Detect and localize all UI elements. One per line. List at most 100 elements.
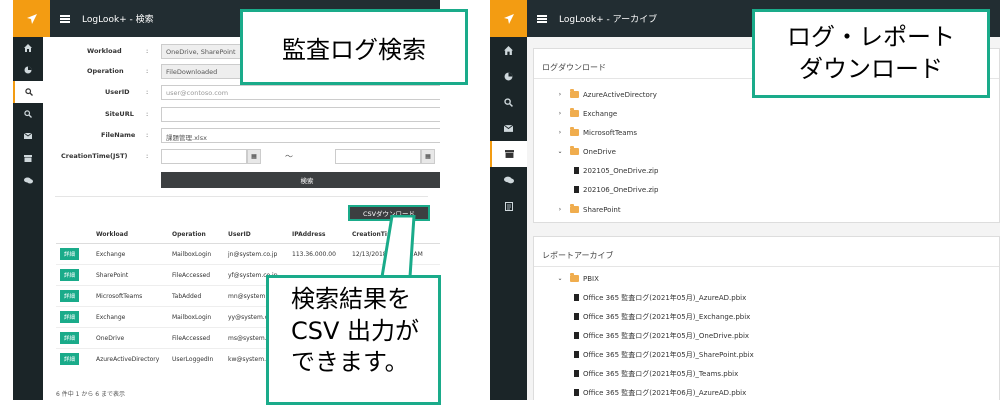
- tree-item-label: Exchange: [583, 109, 618, 118]
- home-icon[interactable]: [490, 37, 527, 63]
- creationtime-label: CreationTime(JST): [61, 152, 128, 160]
- pie-chart-icon[interactable]: [13, 59, 43, 81]
- callout-line: ログ・レポート: [787, 23, 955, 52]
- tree-folder-item[interactable]: ⌄ OneDrive: [556, 142, 999, 161]
- tree-item-label: Office 365 監査ログ(2021年05月)_Teams.pbix: [583, 369, 739, 378]
- creationtime-from-input[interactable]: [161, 148, 247, 164]
- column-header[interactable]: Operation: [168, 226, 224, 244]
- logo[interactable]: [490, 0, 527, 37]
- envelope-icon[interactable]: [490, 115, 527, 141]
- search-callout: 監査ログ検索: [240, 9, 468, 85]
- tree-file-item[interactable]: Office 365 監査ログ(2021年05月)_Teams.pbix: [574, 364, 999, 383]
- search-icon[interactable]: [490, 89, 527, 115]
- tree-file-item[interactable]: 202106_OneDrive.zip: [574, 180, 999, 199]
- detail-button[interactable]: 詳細: [60, 332, 80, 344]
- column-header[interactable]: [56, 226, 92, 244]
- file-icon: [574, 313, 579, 320]
- chevron-right-icon: ›: [558, 206, 562, 213]
- tree-file-item[interactable]: Office 365 監査ログ(2021年05月)_OneDrive.pbix: [574, 326, 999, 345]
- chat-icon[interactable]: [13, 169, 43, 191]
- tree-item-label: Office 365 監査ログ(2021年05月)_AzureAD.pbix: [583, 293, 747, 302]
- label-colon: :: [146, 88, 149, 96]
- detail-cell: 詳細: [56, 264, 92, 286]
- tree-file-item[interactable]: Office 365 監査ログ(2021年05月)_AzureAD.pbix: [574, 288, 999, 307]
- detail-cell: 詳細: [56, 306, 92, 328]
- report-icon[interactable]: [490, 193, 527, 219]
- file-icon: [574, 332, 579, 339]
- archive-icon[interactable]: [13, 147, 43, 169]
- menu-icon[interactable]: [60, 14, 72, 24]
- calendar-icon[interactable]: ▦: [421, 148, 435, 164]
- siteurl-row: SiteURL :: [43, 105, 440, 123]
- csv-note-callout: 検索結果を CSV 出力が できます。: [266, 275, 441, 405]
- paper-plane-icon: [503, 13, 514, 24]
- userid-input[interactable]: user@contoso.com: [161, 84, 440, 100]
- menu-icon[interactable]: [537, 14, 549, 24]
- chat-icon[interactable]: [490, 167, 527, 193]
- detail-button[interactable]: 詳細: [60, 248, 80, 260]
- file-icon: [574, 389, 579, 396]
- logo[interactable]: [13, 0, 50, 37]
- tree-folder-item[interactable]: ⌄ PBIX: [556, 269, 999, 288]
- column-header[interactable]: Workload: [92, 226, 168, 244]
- tree-file-item[interactable]: Office 365 監査ログ(2021年06月)_AzureAD.pbix: [574, 383, 999, 400]
- filename-row: FileName : 課題管理.xlsx: [43, 126, 440, 144]
- userid-row: UserID : user@contoso.com: [43, 83, 440, 101]
- download-callout: ログ・レポート ダウンロード: [752, 9, 990, 98]
- tree-item-label: Office 365 監査ログ(2021年05月)_SharePoint.pbi…: [583, 350, 754, 359]
- tree-folder-item[interactable]: › SharePoint: [556, 200, 999, 219]
- pie-chart-icon[interactable]: [490, 63, 527, 89]
- detail-button[interactable]: 詳細: [60, 290, 80, 302]
- tree-item-label: 202106_OneDrive.zip: [583, 185, 659, 194]
- tree-folder-item[interactable]: › MicrosoftTeams: [556, 123, 999, 142]
- side-navigation: [13, 37, 43, 400]
- chevron-right-icon: ›: [558, 129, 562, 136]
- workload-cell: MicrosoftTeams: [92, 285, 168, 307]
- detail-button[interactable]: 詳細: [60, 353, 80, 366]
- file-icon: [574, 167, 579, 174]
- workload-cell: OneDrive: [92, 327, 168, 349]
- chevron-down-icon: ⌄: [557, 275, 563, 282]
- tree-file-item[interactable]: Office 365 監査ログ(2021年05月)_Exchange.pbix: [574, 307, 999, 326]
- tree-folder-item[interactable]: › Exchange: [556, 104, 999, 123]
- detail-button[interactable]: 詳細: [60, 311, 80, 323]
- search-icon[interactable]: [13, 103, 43, 125]
- archive-icon[interactable]: [490, 141, 527, 167]
- label-colon: :: [146, 110, 149, 118]
- detail-cell: 詳細: [56, 243, 92, 265]
- detail-button[interactable]: 詳細: [60, 269, 80, 281]
- envelope-icon[interactable]: [13, 125, 43, 147]
- label-colon: :: [146, 47, 149, 55]
- operation-cell: MailboxLogin: [168, 306, 224, 328]
- tree-item-label: 202105_OneDrive.zip: [583, 166, 659, 175]
- operation-cell: FileAccessed: [168, 264, 224, 286]
- tree-item-label: SharePoint: [583, 205, 621, 214]
- file-icon: [574, 351, 579, 358]
- search-icon[interactable]: [13, 81, 43, 103]
- userid-label: UserID: [105, 88, 130, 96]
- side-navigation: [490, 37, 527, 400]
- tree-item-label: Office 365 監査ログ(2021年05月)_OneDrive.pbix: [583, 331, 750, 340]
- app-title: LogLook+ - アーカイブ: [559, 15, 658, 25]
- tree-item-label: Office 365 監査ログ(2021年05月)_Exchange.pbix: [583, 312, 751, 321]
- workload-cell: AzureActiveDirectory: [92, 348, 168, 370]
- operation-cell: UserLoggedIn: [168, 348, 224, 370]
- app-title: LogLook+ - 検索: [82, 15, 154, 25]
- tree-file-item[interactable]: 202105_OneDrive.zip: [574, 161, 999, 180]
- folder-icon: [570, 89, 579, 98]
- chevron-right-icon: ›: [558, 110, 562, 117]
- workload-label: Workload: [87, 47, 122, 55]
- paper-plane-icon: [26, 13, 37, 24]
- divider: [55, 196, 428, 197]
- file-icon: [574, 294, 579, 301]
- folder-icon: [570, 108, 579, 117]
- search-button[interactable]: 検索: [161, 172, 440, 188]
- siteurl-input[interactable]: [161, 106, 440, 122]
- filename-label: FileName: [101, 131, 136, 139]
- tree-file-item[interactable]: Office 365 監査ログ(2021年05月)_SharePoint.pbi…: [574, 345, 999, 364]
- calendar-icon[interactable]: ▦: [247, 148, 261, 164]
- creationtime-to-input[interactable]: [335, 148, 421, 164]
- range-tilde: ～: [285, 151, 293, 161]
- home-icon[interactable]: [13, 37, 43, 59]
- filename-input[interactable]: 課題管理.xlsx: [161, 127, 440, 143]
